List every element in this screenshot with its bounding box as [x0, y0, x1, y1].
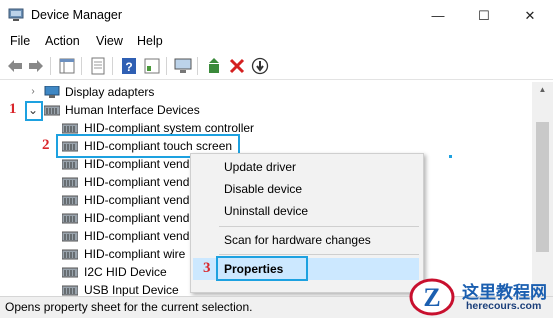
view-icon[interactable]: [143, 57, 161, 75]
context-separator: [219, 254, 419, 255]
uninstall-icon[interactable]: [228, 57, 246, 75]
menu-bar: File Action View Help: [0, 32, 553, 52]
svg-text:Z: Z: [423, 283, 440, 312]
context-disable-device[interactable]: Disable device: [224, 179, 302, 199]
watermark-domain-text: herecours.com: [466, 300, 542, 312]
title-bar: Device Manager — ☐ ✕: [0, 0, 553, 32]
menu-help[interactable]: Help: [137, 34, 163, 48]
tree-item-label: HID-compliant vend: [84, 211, 190, 225]
context-update-driver[interactable]: Update driver: [224, 157, 296, 177]
hid-device-icon: [62, 159, 78, 170]
svg-text:?: ?: [125, 60, 132, 74]
scroll-up-icon[interactable]: ▲: [532, 82, 553, 98]
vertical-scrollbar[interactable]: ▲: [532, 82, 553, 296]
hid-device-icon: [62, 177, 78, 188]
close-button[interactable]: ✕: [507, 0, 553, 32]
hid-device-icon: [62, 267, 78, 278]
hid-device-icon: [62, 249, 78, 260]
tree-item-label: USB Input Device: [84, 283, 179, 296]
menu-view[interactable]: View: [96, 34, 123, 48]
back-arrow-icon[interactable]: [6, 57, 24, 75]
focus-dot: [449, 155, 452, 158]
hid-device-icon: [62, 195, 78, 206]
tree-item-label: Human Interface Devices: [65, 103, 200, 117]
step-number-2: 2: [42, 137, 50, 153]
hid-device-icon: [62, 231, 78, 242]
download-icon[interactable]: [251, 57, 269, 75]
hid-device-icon: [44, 105, 60, 116]
forward-arrow-icon[interactable]: [27, 57, 45, 75]
hid-device-icon: [62, 285, 78, 296]
monitor-scan-icon[interactable]: [174, 57, 192, 75]
update-driver-icon[interactable]: [205, 57, 223, 75]
display-adapter-icon: [44, 86, 60, 98]
step-1-highlight-box: [25, 101, 43, 121]
scrollbar-thumb[interactable]: [536, 122, 549, 252]
menu-file[interactable]: File: [10, 34, 30, 48]
step-number-3: 3: [203, 260, 211, 276]
device-manager-window: Device Manager — ☐ ✕ File Action View He…: [0, 0, 553, 318]
tree-item-label: HID-compliant vend: [84, 193, 190, 207]
expand-chevron-icon[interactable]: ›: [27, 83, 39, 101]
toolbar: ?: [0, 52, 553, 80]
help-icon[interactable]: ?: [120, 57, 138, 75]
show-hide-tree-icon[interactable]: [58, 57, 76, 75]
device-manager-icon: [8, 8, 24, 21]
tree-item-label: Display adapters: [65, 85, 155, 99]
window-title: Device Manager: [31, 8, 123, 22]
tree-item-label: HID-compliant vend: [84, 175, 190, 189]
hid-device-icon: [62, 213, 78, 224]
status-text: Opens property sheet for the current sel…: [5, 300, 253, 314]
tree-item-label: HID-compliant vend: [84, 229, 190, 243]
step-number-1: 1: [9, 101, 17, 117]
step-3-highlight-box: [216, 256, 308, 281]
tree-item-label: HID-compliant wire: [84, 247, 186, 261]
menu-action[interactable]: Action: [45, 34, 80, 48]
context-separator: [219, 226, 419, 227]
watermark-logo-icon: Z: [409, 278, 455, 316]
context-uninstall-device[interactable]: Uninstall device: [224, 201, 308, 221]
properties-sheet-icon[interactable]: [89, 57, 107, 75]
watermark: Z 这里教程网 herecours.com: [404, 274, 553, 318]
context-scan-hardware[interactable]: Scan for hardware changes: [224, 230, 371, 250]
maximize-button[interactable]: ☐: [461, 0, 507, 32]
tree-item-human-interface-devices[interactable]: ⌄ Human Interface Devices: [0, 101, 300, 119]
tree-item-label: I2C HID Device: [84, 265, 167, 279]
minimize-button[interactable]: —: [415, 0, 461, 32]
tree-item-display-adapters[interactable]: › Display adapters: [0, 83, 300, 101]
hid-device-icon: [62, 123, 78, 134]
